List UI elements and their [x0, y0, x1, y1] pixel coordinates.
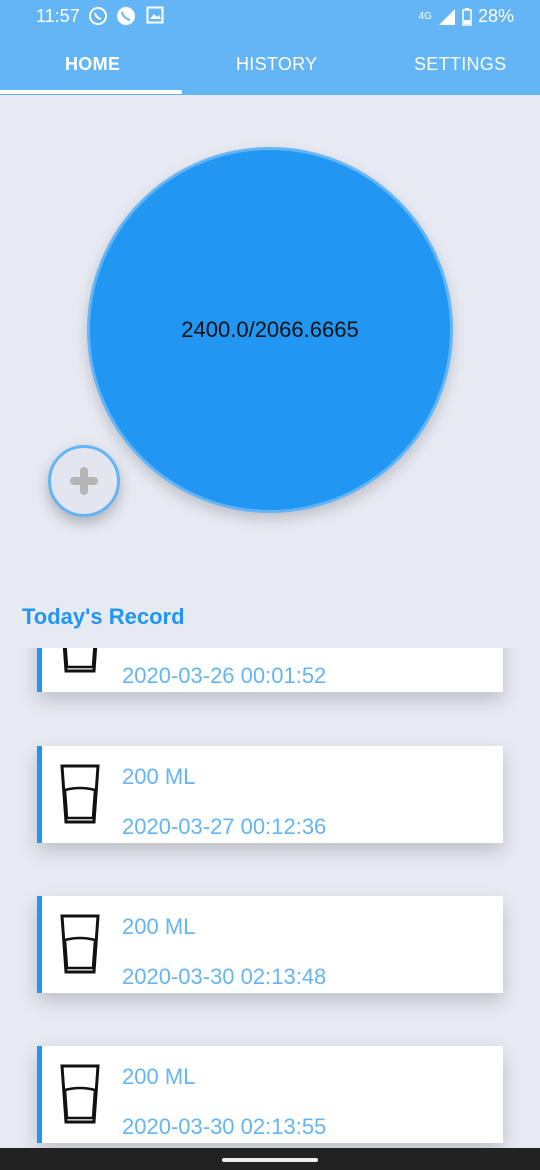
- record-card[interactable]: 200 ML 2020-03-30 02:13:48: [37, 896, 503, 993]
- water-glass-icon: [60, 1064, 100, 1124]
- record-list[interactable]: 2020-03-26 00:01:52 200 ML 2020-03-27 00…: [0, 648, 540, 1148]
- status-bar: 11:57 4G 28%: [0, 0, 540, 34]
- todays-record-title: Today's Record: [22, 604, 185, 629]
- status-time: 11:57: [36, 6, 80, 26]
- record-card[interactable]: 200 ML 2020-03-27 00:12:36: [37, 746, 503, 843]
- water-glass-icon: [62, 648, 98, 673]
- tab-home[interactable]: HOME: [65, 54, 120, 75]
- record-amount: 200 ML: [122, 914, 196, 939]
- tab-bar: HOME HISTORY SETTINGS: [0, 36, 540, 94]
- image-icon: [146, 6, 164, 24]
- call-icon: [117, 7, 135, 25]
- home-gesture-handle[interactable]: [222, 1158, 318, 1162]
- tab-history[interactable]: HISTORY: [236, 54, 317, 75]
- record-time: 2020-03-30 02:13:55: [122, 1114, 327, 1139]
- record-time: 2020-03-26 00:01:52: [122, 663, 327, 688]
- system-nav-bar: [0, 1148, 540, 1170]
- water-progress-circle: 2400.0/2066.6665: [87, 147, 453, 513]
- whatsapp-icon: [89, 7, 107, 25]
- signal-icon: [438, 8, 455, 25]
- record-card[interactable]: 2020-03-26 00:01:52: [37, 648, 503, 692]
- water-glass-icon: [60, 764, 100, 824]
- tab-settings[interactable]: SETTINGS: [414, 54, 506, 75]
- record-amount: 200 ML: [122, 764, 196, 789]
- water-glass-icon: [60, 914, 100, 974]
- record-amount: 200 ML: [122, 1064, 196, 1089]
- record-time: 2020-03-30 02:13:48: [122, 964, 327, 989]
- water-progress-text: 2400.0/2066.6665: [181, 317, 359, 342]
- status-right: 4G 28%: [419, 6, 514, 27]
- battery-level: 28%: [477, 6, 514, 26]
- battery-icon: [462, 7, 472, 26]
- app-bar: 11:57 4G 28% HOME HISTORY SETTINGS: [0, 0, 540, 95]
- home-content: 2400.0/2066.6665 Today's Record: [0, 95, 540, 648]
- record-card[interactable]: 200 ML 2020-03-30 02:13:55: [37, 1046, 503, 1143]
- record-time: 2020-03-27 00:12:36: [122, 814, 327, 839]
- add-water-button[interactable]: [48, 445, 120, 517]
- tab-indicator: [0, 90, 182, 94]
- network-type: 4G: [418, 11, 432, 22]
- plus-icon: [70, 467, 98, 495]
